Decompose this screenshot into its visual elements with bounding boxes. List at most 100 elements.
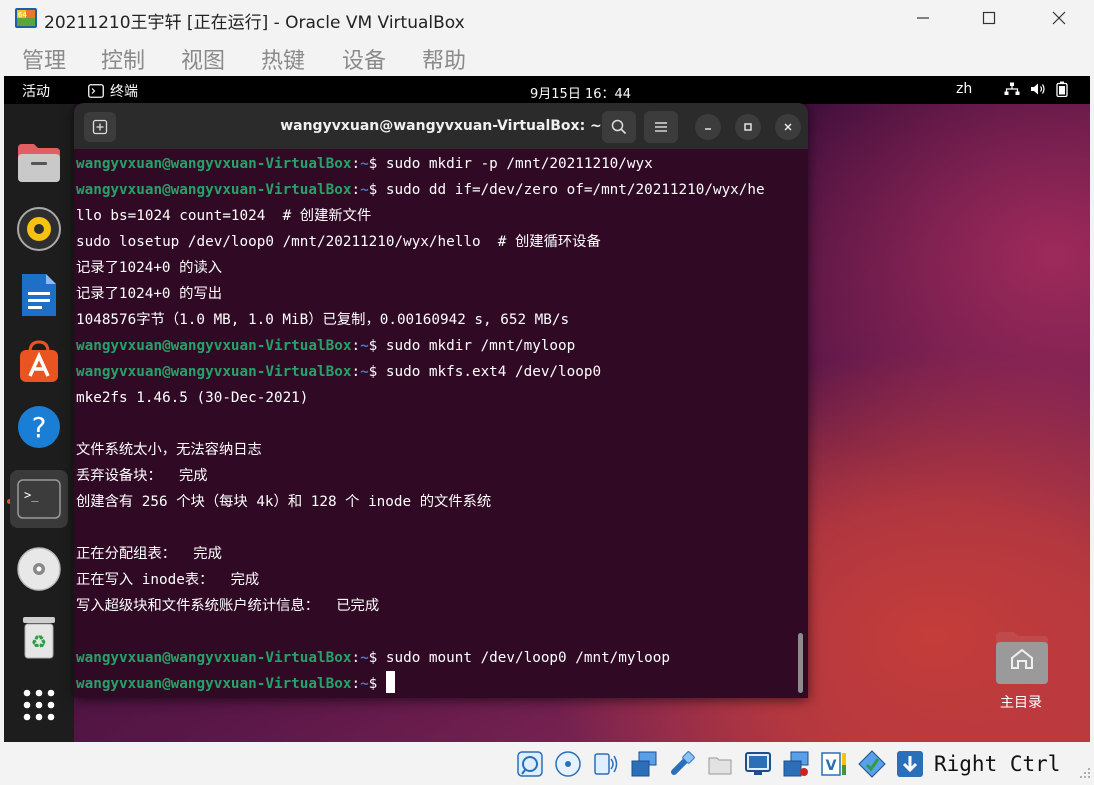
- home-folder-icon[interactable]: [990, 626, 1054, 690]
- output-text: sudo losetup /dev/loop0 /mnt/20211210/wy…: [76, 234, 601, 250]
- menu-help[interactable]: 帮助: [422, 43, 466, 75]
- input-method-indicator[interactable]: zh: [956, 81, 972, 97]
- terminal-line: wangyvxuan@wangyvxuan-VirtualBox:~$: [76, 671, 796, 697]
- prompt-path: ~: [360, 182, 369, 198]
- menu-devices[interactable]: 设备: [342, 43, 386, 75]
- usb-icon[interactable]: [668, 750, 696, 778]
- terminal-scrollbar[interactable]: [798, 633, 803, 693]
- dock-files[interactable]: [10, 134, 68, 192]
- app-menu[interactable]: 终端: [88, 81, 138, 101]
- dock-show-apps[interactable]: [10, 676, 68, 734]
- terminal-output[interactable]: wangyvxuan@wangyvxuan-VirtualBox:~$ sudo…: [76, 151, 796, 696]
- terminal-menu-button[interactable]: [644, 111, 678, 143]
- terminal-maximize-button[interactable]: [735, 114, 761, 140]
- prompt-user-host: wangyvxuan@wangyvxuan-VirtualBox: [76, 676, 352, 692]
- dock-writer[interactable]: [10, 266, 68, 324]
- output-text: 正在分配组表： 完成: [76, 546, 222, 562]
- host-key-label[interactable]: Right Ctrl: [934, 752, 1060, 776]
- prompt-user-host: wangyvxuan@wangyvxuan-VirtualBox: [76, 156, 352, 172]
- output-text: 写入超级块和文件系统账户统计信息： 已完成: [76, 598, 380, 614]
- trash-icon: ♻: [23, 617, 55, 659]
- maximize-button[interactable]: [956, 0, 1022, 36]
- terminal-search-button[interactable]: [602, 111, 636, 143]
- terminal-headerbar[interactable]: wangyvxuan@wangyvxuan-VirtualBox: ~: [74, 103, 808, 149]
- vtx-icon[interactable]: V: [820, 750, 848, 778]
- svg-text:64: 64: [18, 11, 27, 19]
- terminal-line: 1048576字节（1.0 MB, 1.0 MiB）已复制，0.00160942…: [76, 307, 796, 333]
- optical-drive-icon[interactable]: [554, 750, 582, 778]
- video-capture-icon[interactable]: [782, 750, 810, 778]
- dock-dvd[interactable]: [10, 540, 68, 598]
- vbox-menubar: 管理 控制 视图 热键 设备 帮助: [0, 38, 1094, 74]
- menu-control[interactable]: 控制: [101, 43, 145, 75]
- svg-text:>_: >_: [24, 488, 39, 502]
- dock: ? >_ ♻: [4, 104, 74, 742]
- terminal-line: 正在写入 inode表： 完成: [76, 567, 796, 593]
- network-icon: [1004, 82, 1020, 95]
- dock-help[interactable]: ?: [10, 398, 68, 456]
- terminal-close-button[interactable]: [775, 114, 801, 140]
- terminal-line: wangyvxuan@wangyvxuan-VirtualBox:~$ sudo…: [76, 359, 796, 385]
- resize-grip-icon[interactable]: [1078, 766, 1092, 780]
- output-text: llo bs=1024 count=1024 # 创建新文件: [76, 208, 372, 224]
- app-menu-label: 终端: [110, 84, 138, 100]
- menu-view[interactable]: 视图: [181, 43, 225, 75]
- terminal-minimize-button[interactable]: [695, 114, 721, 140]
- minimize-button[interactable]: [890, 0, 956, 36]
- maximize-icon: [744, 123, 752, 131]
- minimize-icon: [917, 17, 929, 19]
- terminal-icon: >_: [17, 479, 61, 519]
- system-tray[interactable]: [1004, 81, 1068, 97]
- rhythmbox-icon: [17, 207, 61, 251]
- shared-folders-icon[interactable]: [706, 750, 734, 778]
- output-text: 正在写入 inode表： 完成: [76, 572, 260, 588]
- guest-screen[interactable]: 活动 终端 9月15日 16：44 zh ? >_ ♻ wangyvxuan@w…: [4, 76, 1090, 742]
- prompt-separator: :: [351, 338, 361, 354]
- terminal-line: mke2fs 1.46.5 (30-Dec-2021): [76, 385, 796, 411]
- prompt-user-host: wangyvxuan@wangyvxuan-VirtualBox: [76, 182, 352, 198]
- display-icon[interactable]: [744, 750, 772, 778]
- terminal-line: wangyvxuan@wangyvxuan-VirtualBox:~$ sudo…: [76, 645, 796, 671]
- terminal-line: 创建含有 256 个块（每块 4k）和 128 个 inode 的文件系统: [76, 489, 796, 515]
- terminal-window[interactable]: wangyvxuan@wangyvxuan-VirtualBox: ~ wang…: [74, 103, 808, 698]
- terminal-app-icon: [88, 84, 104, 98]
- dock-rhythmbox[interactable]: [10, 200, 68, 258]
- dock-terminal[interactable]: >_: [10, 470, 68, 528]
- writer-icon: [22, 274, 56, 316]
- menu-hotkeys[interactable]: 热键: [261, 43, 305, 75]
- dock-app-center[interactable]: [10, 332, 68, 390]
- dvd-icon: [17, 547, 61, 591]
- maximize-icon: [982, 11, 996, 25]
- home-folder-label: 主目录: [1000, 695, 1042, 711]
- network-adapter-icon[interactable]: [630, 750, 658, 778]
- volume-icon: [1031, 83, 1045, 95]
- hard-disk-icon[interactable]: [516, 750, 544, 778]
- prompt-separator: :: [351, 182, 361, 198]
- output-text: mke2fs 1.46.5 (30-Dec-2021): [76, 390, 309, 406]
- keyboard-capture-icon[interactable]: [896, 750, 924, 778]
- svg-text:♻: ♻: [31, 632, 47, 653]
- close-button[interactable]: [1026, 0, 1092, 36]
- output-text: 文件系统太小，无法容纳日志: [76, 442, 262, 458]
- terminal-line: 正在分配组表： 完成: [76, 541, 796, 567]
- search-icon: [611, 119, 627, 135]
- activities-button[interactable]: 活动: [22, 81, 50, 101]
- output-text: 记录了1024+0 的写出: [76, 286, 223, 302]
- help-icon: ?: [18, 406, 60, 448]
- show-apps-icon: [23, 689, 55, 721]
- vbox-titlebar: 64 20211210王宇轩 [正在运行] - Oracle VM Virtua…: [0, 0, 1094, 36]
- mouse-integration-icon[interactable]: [858, 750, 886, 778]
- prompt-separator: :: [351, 650, 361, 666]
- output-text: 记录了1024+0 的读入: [76, 260, 223, 276]
- prompt-separator: :: [351, 156, 361, 172]
- command-text: $: [368, 676, 386, 692]
- new-tab-button[interactable]: [84, 112, 116, 142]
- command-text: $ sudo mkdir /mnt/myloop: [368, 338, 576, 354]
- hamburger-menu-icon: [655, 122, 667, 132]
- clock[interactable]: 9月15日 16：44: [530, 83, 631, 102]
- dock-trash[interactable]: ♻: [10, 608, 68, 666]
- menu-manage[interactable]: 管理: [22, 43, 66, 75]
- audio-icon[interactable]: [592, 750, 620, 778]
- prompt-separator: :: [351, 676, 361, 692]
